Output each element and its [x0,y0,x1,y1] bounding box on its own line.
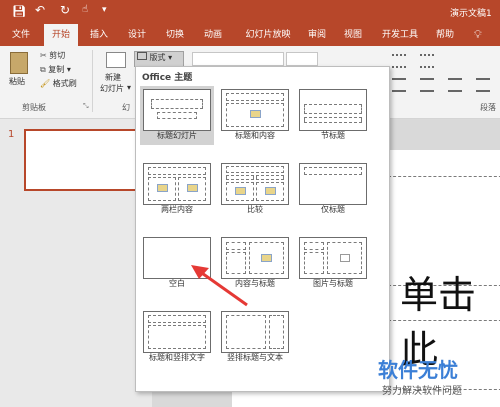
slide-number: 1 [8,129,15,140]
new-slide-label-2: 幻灯片 [100,84,124,93]
slide-thumbnail-pane: 1 [0,119,153,407]
tab-file[interactable]: 文件 [6,24,36,46]
tab-developer[interactable]: 开发工具 [376,24,424,46]
layout-thumbnail [299,163,367,205]
dialog-launcher-icon[interactable]: ⤡ [83,102,89,111]
gallery-header: Office 主题 [142,73,193,83]
cut-button[interactable]: ✂ 剪切 [40,50,65,61]
tab-animations[interactable]: 动画 [198,24,228,46]
layout-title-and-content[interactable]: 标题和内容 [218,86,292,145]
layout-label: 竖排标题与文本 [227,353,283,362]
layout-section-header[interactable]: 节标题 [296,86,370,145]
title-bar: 💾︎ ↶ ↻ ☝ ▾ 演示文稿1 [0,0,500,24]
layout-label: 标题幻灯片 [157,131,197,140]
layout-label: 标题和竖排文字 [149,353,205,362]
layout-gallery-dropdown: Office 主题 标题幻灯片 标题和内容 节标题 两栏内容 比较 仅标题 空白… [135,66,390,392]
justify-icon[interactable] [476,78,490,92]
layout-comparison[interactable]: 比较 [218,160,292,219]
paste-label: 粘贴 [9,77,25,86]
tab-design[interactable]: 设计 [122,24,152,46]
undo-icon[interactable]: ↶ [35,3,45,17]
layout-label: 比较 [247,205,263,214]
save-icon[interactable]: 💾︎ [12,5,26,18]
lightbulb-icon[interactable]: 💡︎ [474,28,482,42]
scissors-icon: ✂ [40,51,47,60]
layout-vertical-title-and-text[interactable]: 竖排标题与文本 [218,308,292,367]
tab-insert[interactable]: 插入 [84,24,114,46]
watermark-logo: 软件无忧 努力解决软件问题 [372,354,500,407]
align-center-icon[interactable] [420,78,434,92]
ribbon-tabs: 文件 开始 插入 设计 切换 动画 幻灯片放映 审阅 视图 开发工具 帮助 💡︎ [0,24,500,46]
format-painter-button[interactable]: 🖌︎ 格式刷 [40,78,77,89]
chevron-down-icon: ▾ [127,83,132,92]
chevron-down-icon: ▾ [168,53,173,62]
layout-thumbnail [143,311,211,353]
layout-label: 版式 [149,53,166,62]
layout-thumbnail [221,163,289,205]
chevron-down-icon: ▾ [66,65,71,74]
layout-label: 两栏内容 [161,205,193,214]
paintbrush-icon: 🖌︎ [40,79,51,88]
tab-slideshow[interactable]: 幻灯片放映 [238,24,298,46]
copy-label: 复制 [48,65,65,74]
new-slide-button[interactable]: 新建 幻灯片 ▾ [98,50,132,100]
layout-title-slide[interactable]: 标题幻灯片 [140,86,214,145]
customize-toolbar-icon[interactable]: ▾ [102,5,107,15]
layout-title-and-vertical-text[interactable]: 标题和竖排文字 [140,308,214,367]
layout-thumbnail [299,89,367,131]
clipboard-icon [10,52,28,74]
tab-help[interactable]: 帮助 [430,24,460,46]
clipboard-group-label: 剪贴板 [22,103,46,112]
watermark-name: 软件无忧 [378,358,458,382]
layout-thumbnail [143,163,211,205]
layout-two-content[interactable]: 两栏内容 [140,160,214,219]
slides-group-label: 幻 [122,103,130,112]
copy-icon: ⧉ [40,65,46,74]
annotation-arrow [191,265,248,307]
tab-review[interactable]: 审阅 [302,24,332,46]
bullets-icon[interactable] [392,54,406,68]
new-slide-label: 新建 [105,73,121,82]
tab-view[interactable]: 视图 [338,24,368,46]
align-left-icon[interactable] [392,78,406,92]
layout-title-only[interactable]: 仅标题 [296,160,370,219]
cut-label: 剪切 [49,51,66,60]
layout-label: 节标题 [321,131,345,140]
document-title: 演示文稿1 [450,9,492,19]
layout-thumbnail [221,311,289,353]
layout-icon [137,52,147,60]
align-right-icon[interactable] [448,78,462,92]
watermark-tagline: 努力解决软件问题 [382,386,462,397]
layout-picture-with-caption[interactable]: 图片与标题 [296,234,370,293]
group-divider [92,50,93,112]
paste-button[interactable]: 粘贴 [6,50,34,94]
redo-icon[interactable]: ↻ [60,3,70,17]
picture-icon [340,254,350,262]
numbering-icon[interactable] [420,54,434,68]
layout-button[interactable]: 版式 ▾ [134,51,184,67]
tab-transitions[interactable]: 切换 [160,24,190,46]
layout-thumbnail [299,237,367,279]
touch-mode-icon[interactable]: ☝ [82,4,88,15]
new-slide-icon [106,52,126,68]
layout-thumbnail [221,89,289,131]
font-size-box[interactable] [286,52,318,66]
font-name-box[interactable] [192,52,284,66]
format-painter-label: 格式刷 [52,79,77,88]
layout-thumbnail [143,89,211,131]
tab-home[interactable]: 开始 [44,24,78,46]
slide-thumbnail[interactable] [24,129,140,191]
layout-label: 标题和内容 [235,131,275,140]
layout-label: 图片与标题 [313,279,353,288]
layout-label: 仅标题 [321,205,345,214]
paragraph-group-label: 段落 [480,103,496,112]
copy-button[interactable]: ⧉ 复制 ▾ [40,64,71,75]
